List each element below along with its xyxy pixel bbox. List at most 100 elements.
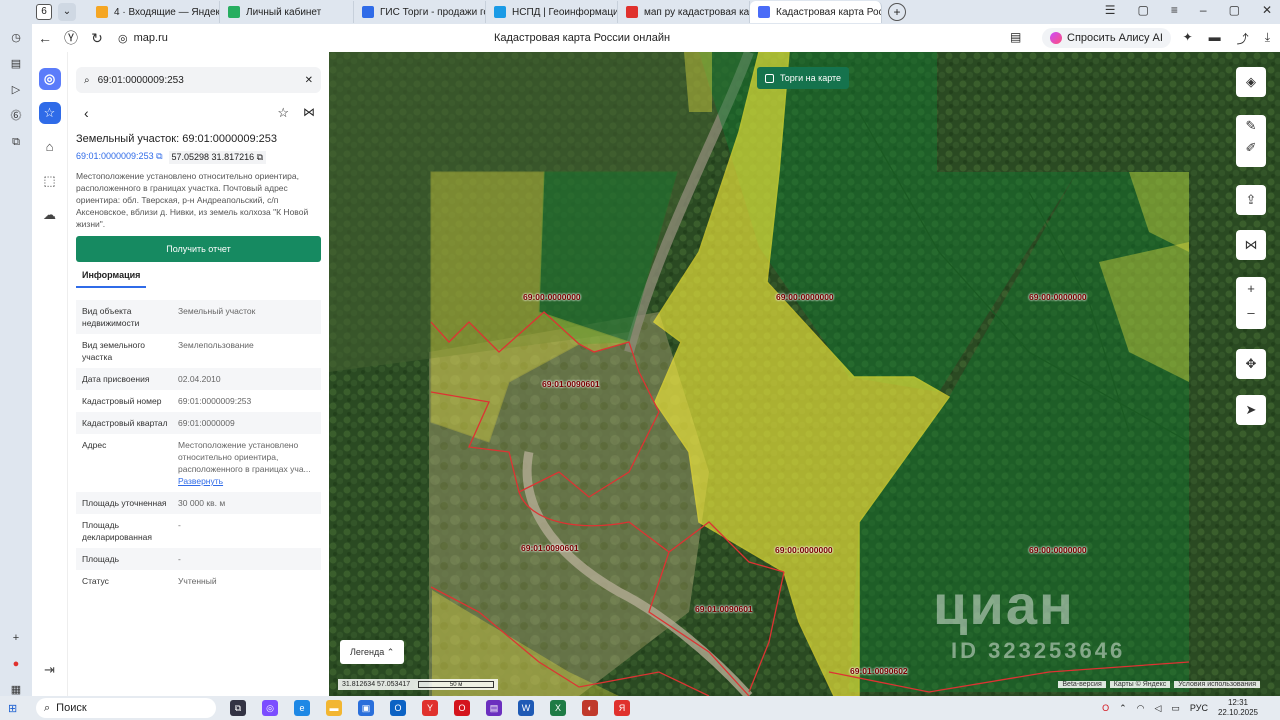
screenshot-icon[interactable]: ⧉ — [8, 134, 24, 150]
cadastral-label[interactable]: 69:01:0090601 — [521, 543, 579, 553]
move-icon[interactable]: ✥ — [1236, 349, 1266, 379]
torgi-checkbox[interactable] — [765, 73, 774, 83]
share-page-icon[interactable]: ⤴ — [1237, 30, 1249, 47]
media-icon[interactable]: ▷ — [8, 82, 24, 98]
cadastral-label[interactable]: 69:01:0090601 — [695, 604, 753, 614]
upload-icon[interactable]: ⇪ — [1236, 185, 1266, 215]
explorer-icon[interactable]: ▬ — [326, 700, 342, 716]
outlook-icon[interactable]: O — [390, 700, 406, 716]
browser-tab[interactable]: мап ру кадастровая карт — [618, 1, 750, 23]
draw-tools-button[interactable]: ✎ ✐ — [1236, 115, 1266, 167]
expand-link[interactable]: Развернуть — [178, 476, 223, 486]
layers-icon[interactable]: ◈ — [1236, 67, 1266, 97]
search-icon: ⌕ — [84, 74, 90, 86]
select-area-icon[interactable]: ⬚ — [39, 170, 61, 192]
bookmark-panel-icon[interactable]: ▢ — [1138, 3, 1149, 17]
yandex-icon[interactable]: Ⓨ — [58, 28, 84, 48]
new-tab-button[interactable]: + — [888, 3, 906, 21]
opera-tray-icon[interactable]: O — [1102, 703, 1109, 713]
save-icon[interactable]: ▤ — [486, 700, 502, 716]
mail-icon[interactable]: ⓺ — [8, 108, 24, 124]
get-report-button[interactable]: Получить отчет — [76, 236, 321, 262]
cadastral-label[interactable]: 69:00:0000000 — [1029, 545, 1087, 555]
zoom-out-icon[interactable]: – — [1247, 305, 1254, 320]
download-icon[interactable]: ⤓ — [1265, 30, 1270, 47]
excel-icon[interactable]: X — [550, 700, 566, 716]
info-value: - — [170, 553, 315, 565]
terms-link[interactable]: Условия использования — [1174, 681, 1260, 688]
reload-icon[interactable]: ↻ — [84, 30, 110, 47]
store-icon[interactable]: ▣ — [358, 700, 374, 716]
browser-tab[interactable]: Кадастровая карта Рос✕ — [750, 1, 882, 23]
minimize-icon[interactable]: – — [1200, 3, 1207, 17]
volume-icon[interactable]: ◁ — [1154, 703, 1161, 714]
battery-icon[interactable]: ▭ — [1171, 703, 1180, 714]
start-icon[interactable]: ⊞ — [8, 702, 30, 715]
object-info-panel: ⌕ 69:01:0000009:253 ✕ ‹ ☆ ⋈ Земельный уч… — [68, 52, 329, 696]
alice-app-icon[interactable]: ◎ — [262, 700, 278, 716]
cadastral-label[interactable]: 69:00:0000000 — [776, 292, 834, 302]
opera-icon[interactable]: O — [454, 700, 470, 716]
alice-panel-icon[interactable]: ● — [8, 656, 24, 672]
clock[interactable]: 12:31 22.10.2025 — [1218, 698, 1258, 718]
notes-icon[interactable]: ▤ — [8, 56, 24, 72]
browser-tab[interactable]: НСПД | Геоинформацион — [486, 1, 618, 23]
wifi-icon[interactable]: ◠ — [1137, 703, 1145, 714]
zoom-in-icon[interactable]: + — [1247, 281, 1255, 296]
cadastral-code-link[interactable]: 69:01:0000009:253 ⧉ — [76, 151, 163, 164]
edge-icon[interactable]: e — [294, 700, 310, 716]
alice-button[interactable]: Спросить Алису AI — [1042, 28, 1171, 48]
browser-tab[interactable]: 4 · Входящие — Яндекс П — [88, 1, 220, 23]
maximize-icon[interactable]: ▢ — [1229, 3, 1240, 17]
favorite-star-icon[interactable]: ☆ — [277, 105, 289, 121]
word-icon[interactable]: W — [518, 700, 534, 716]
coordinates-chip[interactable]: 57.05298 31.817216 ⧉ — [168, 151, 267, 164]
share-icon[interactable]: ⋈ — [303, 105, 315, 119]
cadastral-label[interactable]: 69:00:0000000 — [523, 292, 581, 302]
favorites-icon[interactable]: ☆ — [38, 102, 61, 124]
cadastral-label[interactable]: 69:00:0000000 — [775, 545, 833, 555]
search-input[interactable]: ⌕ 69:01:0000009:253 ✕ — [76, 67, 321, 93]
info-value-text: 02.04.2010 — [178, 374, 221, 384]
cloud-icon[interactable]: ☁ — [39, 204, 61, 226]
geolocation-icon[interactable]: ➤ — [1236, 395, 1266, 425]
yandex-app-icon[interactable]: Я — [614, 700, 630, 716]
torgi-toggle[interactable]: Торги на карте — [757, 67, 850, 89]
browser-tab[interactable]: ГИС Торги - продажи гос — [354, 1, 486, 23]
reader-icon[interactable]: ▤ — [1010, 30, 1021, 44]
extension-icon[interactable]: ✦ — [1183, 30, 1193, 47]
browser-tab[interactable]: Личный кабинет — [220, 1, 354, 23]
url-text: map.ru — [133, 32, 168, 44]
history-icon[interactable]: ◷ — [8, 30, 24, 46]
cadastral-label[interactable]: 69:01:0090601 — [542, 379, 600, 389]
add-panel-icon[interactable]: + — [8, 630, 24, 646]
cadastral-label[interactable]: 69:00:0000000 — [1029, 292, 1087, 302]
legend-button[interactable]: Легенда ⌃ — [340, 640, 405, 664]
info-key: Вид земельного участка — [82, 340, 146, 362]
menu-icon[interactable]: ≡ — [1171, 3, 1178, 17]
clear-search-icon[interactable]: ✕ — [305, 75, 313, 86]
tab-information[interactable]: Информация — [76, 270, 147, 288]
share-map-icon[interactable]: ⋈ — [1236, 230, 1266, 260]
map-canvas[interactable]: Торги на карте 69:00:0000000 69:00:000000… — [329, 52, 1280, 696]
tab-search-icon[interactable]: ☰ — [1105, 3, 1116, 17]
language-indicator[interactable]: РУС — [1190, 703, 1208, 713]
tab-counter[interactable]: 6 — [36, 4, 52, 20]
cadastral-label[interactable]: 69:01:0090602 — [850, 666, 908, 676]
yandex-browser-icon[interactable]: Y — [422, 700, 438, 716]
logout-icon[interactable]: ⇥ — [44, 662, 55, 678]
tools-icon[interactable]: ⌂ — [39, 136, 61, 158]
back-arrow-icon[interactable]: ‹ — [84, 105, 89, 121]
url-field[interactable]: ◎ map.ru — [118, 32, 168, 45]
info-value: - — [170, 519, 315, 543]
app-logo-icon[interactable]: ◎ — [38, 68, 61, 90]
tray-chevron-icon[interactable]: ⌃ — [1119, 703, 1127, 714]
media-app-icon[interactable]: ◐ — [582, 700, 598, 716]
task-view-icon[interactable]: ⧉ — [230, 700, 246, 716]
tabs-dropdown-icon[interactable]: ⌄ — [58, 3, 76, 21]
collections-icon[interactable]: ▬ — [1209, 30, 1221, 47]
close-window-icon[interactable]: ✕ — [1262, 3, 1272, 17]
site-info-icon[interactable]: ◎ — [118, 32, 128, 45]
taskbar-search[interactable]: ⌕ Поиск — [36, 698, 216, 718]
back-icon[interactable]: ← — [32, 30, 58, 46]
